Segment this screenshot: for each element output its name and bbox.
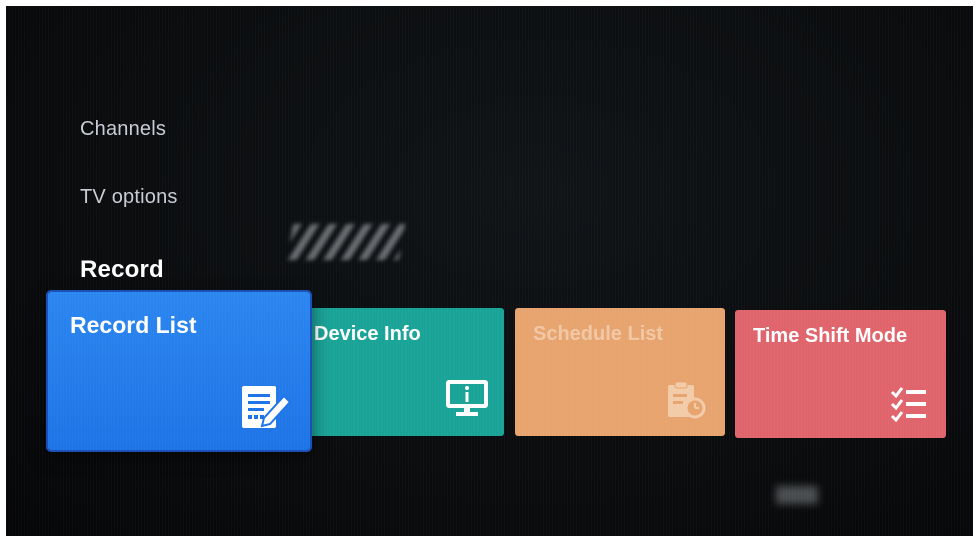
edit-document-icon bbox=[242, 386, 292, 428]
screen-glare bbox=[286, 224, 406, 260]
screen-glare-reflection bbox=[776, 486, 818, 504]
tv-screen: Channels TV options Record Record List D… bbox=[6, 6, 973, 536]
menu-item-channels[interactable]: Channels bbox=[80, 118, 166, 141]
clipboard-clock-icon bbox=[668, 381, 706, 419]
monitor-info-icon bbox=[446, 380, 488, 416]
menu-item-record[interactable]: Record bbox=[80, 256, 164, 284]
tile-schedule-list[interactable]: Schedule List bbox=[515, 308, 725, 436]
tile-schedule-list-label: Schedule List bbox=[533, 323, 664, 345]
tile-time-shift-mode-label: Time Shift Mode bbox=[753, 325, 908, 347]
tile-device-info[interactable]: Device Info bbox=[306, 308, 504, 436]
tile-time-shift-mode[interactable]: Time Shift Mode bbox=[735, 310, 946, 438]
tile-device-info-label: Device Info bbox=[314, 323, 421, 345]
tile-record-list[interactable]: Record List bbox=[48, 292, 310, 450]
menu-item-tv-options[interactable]: TV options bbox=[80, 186, 178, 209]
tile-record-list-label: Record List bbox=[70, 312, 197, 338]
checklist-icon bbox=[890, 387, 926, 422]
